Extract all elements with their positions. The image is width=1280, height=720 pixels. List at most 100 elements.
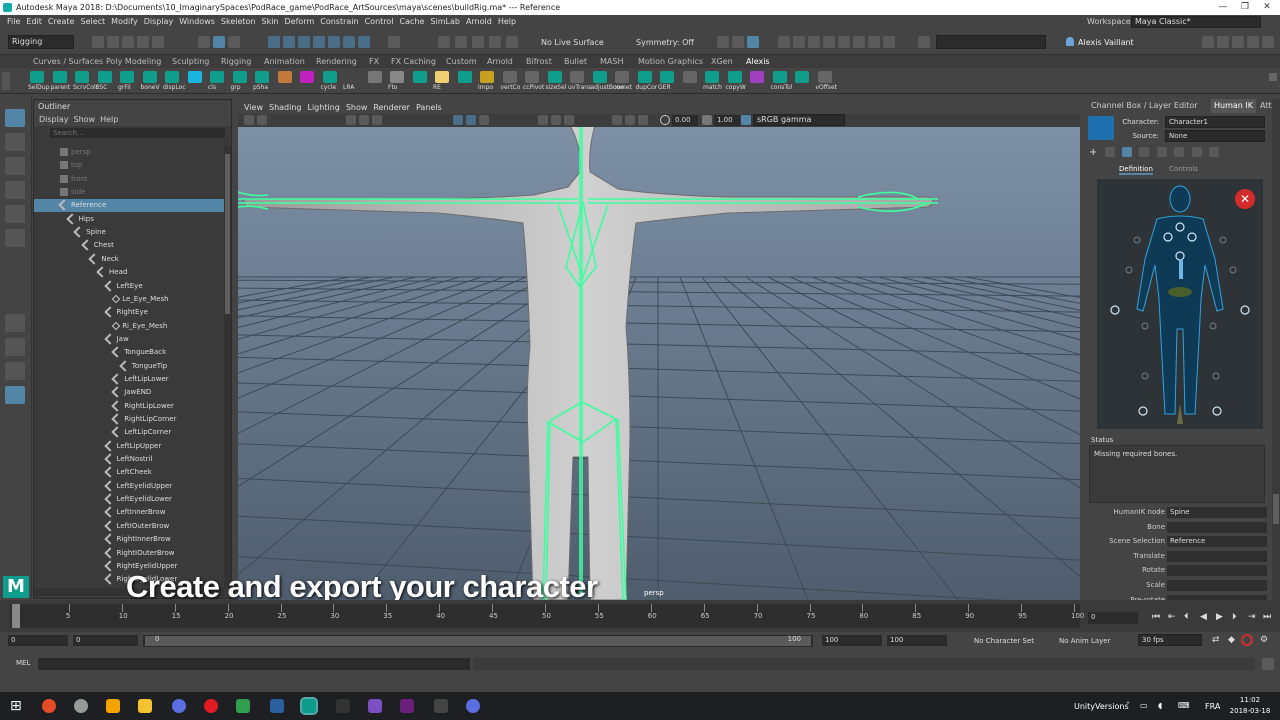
- delete-definition-icon[interactable]: [1174, 147, 1184, 157]
- property-field[interactable]: Reference: [1167, 536, 1267, 548]
- snap-grid-icon[interactable]: [268, 36, 280, 48]
- app-icon-3[interactable]: [236, 699, 250, 713]
- paint-select-tool-icon[interactable]: [5, 157, 25, 175]
- outliner-row[interactable]: RightLipCorner: [34, 413, 224, 426]
- menu-cache[interactable]: Cache: [400, 17, 425, 26]
- mirror-right-icon[interactable]: [1209, 147, 1219, 157]
- sidebar-toggle-icon[interactable]: [717, 36, 729, 48]
- sublime-icon[interactable]: [106, 699, 120, 713]
- shelf-button-icon[interactable]: [457, 71, 472, 83]
- attribute-editor-toggle-icon[interactable]: [778, 36, 790, 48]
- shelf-button-icon[interactable]: [772, 71, 787, 83]
- select-hierarchy-icon[interactable]: [198, 36, 210, 48]
- menu-skin[interactable]: Skin: [262, 17, 279, 26]
- lock-icon[interactable]: [388, 36, 400, 48]
- viewport-menu-shading[interactable]: Shading: [269, 103, 302, 112]
- film-gate-icon[interactable]: [359, 115, 369, 125]
- go-to-start-icon[interactable]: ⏮: [1152, 612, 1160, 622]
- playback-end-field[interactable]: 100: [822, 635, 882, 646]
- shelf-button-icon[interactable]: [570, 71, 584, 83]
- visual-studio-icon[interactable]: [368, 699, 382, 713]
- resolution-gate-icon[interactable]: [372, 115, 382, 125]
- language-indicator[interactable]: FRA: [1205, 702, 1220, 711]
- source-select[interactable]: None: [1165, 130, 1265, 142]
- isolate-select-icon[interactable]: [612, 115, 622, 125]
- animation-start-field[interactable]: 0: [8, 635, 68, 646]
- shelf-tab-10[interactable]: Bifrost: [526, 55, 552, 68]
- render-frame-icon[interactable]: [472, 36, 484, 48]
- shelf-tab-1[interactable]: Poly Modeling: [106, 55, 161, 68]
- exposure-field[interactable]: 0.00: [672, 115, 698, 126]
- play-forward-icon[interactable]: ▶: [1216, 612, 1223, 622]
- hypershade-icon[interactable]: [853, 36, 865, 48]
- viewport-menu-lighting[interactable]: Lighting: [307, 103, 339, 112]
- tab-channel-box[interactable]: Channel Box / Layer Editor: [1091, 99, 1198, 113]
- shelf-button-icon[interactable]: [255, 71, 269, 83]
- animation-end-field[interactable]: 100: [887, 635, 947, 646]
- shelf-tab-8[interactable]: Custom: [446, 55, 477, 68]
- command-search-icon[interactable]: [918, 36, 930, 48]
- shelf-tab-4[interactable]: Animation: [264, 55, 305, 68]
- command-input[interactable]: [38, 658, 470, 670]
- outliner-menu-show[interactable]: Show: [74, 115, 96, 124]
- redo-icon[interactable]: [152, 36, 164, 48]
- input-ops-icon[interactable]: [438, 36, 450, 48]
- render-view-icon[interactable]: [838, 36, 850, 48]
- command-search-field[interactable]: [936, 35, 1046, 49]
- volume-icon[interactable]: ◖: [1158, 701, 1162, 710]
- add-icon[interactable]: +: [1089, 147, 1097, 158]
- shelf-button-icon[interactable]: [120, 71, 134, 83]
- anim-layer-select[interactable]: No Anim Layer: [1059, 637, 1110, 645]
- range-bar[interactable]: 0 100: [143, 635, 813, 647]
- app-icon-5[interactable]: [466, 699, 480, 713]
- subtab-controls[interactable]: Controls: [1169, 165, 1198, 173]
- shelf-button-icon[interactable]: [345, 71, 359, 83]
- layout-four-pane-icon[interactable]: [5, 338, 25, 356]
- shelf-button-icon[interactable]: [52, 71, 67, 83]
- shelf-button-icon[interactable]: [367, 71, 382, 83]
- shelf-tab-7[interactable]: FX Caching: [391, 55, 436, 68]
- menu-display[interactable]: Display: [144, 17, 174, 26]
- tab-human-ik[interactable]: Human IK: [1211, 99, 1256, 113]
- shelf-tab-9[interactable]: Arnold: [487, 55, 513, 68]
- outliner-row[interactable]: Spine: [34, 226, 224, 239]
- layout-outliner-icon[interactable]: [1247, 36, 1259, 48]
- outliner-row[interactable]: persp: [34, 146, 224, 159]
- shelf-button-icon[interactable]: [412, 71, 427, 83]
- outliner-toggle-icon[interactable]: [823, 36, 835, 48]
- maya-taskbar-icon[interactable]: [300, 697, 318, 715]
- playback-start-field[interactable]: 0: [73, 635, 138, 646]
- menu-arnold[interactable]: Arnold: [466, 17, 492, 26]
- shelf-button-icon[interactable]: [525, 71, 539, 83]
- view-transform-select[interactable]: sRGB gamma: [753, 114, 845, 126]
- humanik-figure-view[interactable]: [1097, 179, 1263, 429]
- go-to-end-icon[interactable]: ⏭: [1263, 612, 1271, 622]
- shelf-button-icon[interactable]: [210, 71, 224, 83]
- outliner-row[interactable]: LeftEye: [34, 279, 224, 293]
- shelf-tab-15[interactable]: Alexis: [746, 55, 770, 68]
- outliner-row[interactable]: JawEND: [34, 386, 224, 399]
- property-field[interactable]: [1167, 580, 1267, 591]
- shelf-button-icon[interactable]: [592, 71, 607, 83]
- skeleton-view-icon[interactable]: [1122, 147, 1132, 157]
- snap-joint-icon[interactable]: [358, 36, 370, 48]
- app-icon-1[interactable]: [74, 699, 88, 713]
- shelf-tab-14[interactable]: XGen: [711, 55, 733, 68]
- ipr-render-icon[interactable]: [489, 36, 501, 48]
- menu-file[interactable]: File: [7, 17, 20, 26]
- step-back-frame-icon[interactable]: ⏴: [1184, 612, 1189, 622]
- shelf-tab-11[interactable]: Bullet: [564, 55, 587, 68]
- shelf-button-icon[interactable]: [727, 71, 742, 83]
- pause-icon[interactable]: [868, 36, 880, 48]
- property-field[interactable]: Spine: [1167, 507, 1267, 518]
- select-camera-icon[interactable]: [244, 115, 254, 125]
- shelf-button-icon[interactable]: [435, 71, 449, 83]
- file-explorer-icon[interactable]: [138, 699, 152, 713]
- lights-icon[interactable]: [538, 115, 548, 125]
- construction-history-icon[interactable]: [455, 36, 467, 48]
- play-back-icon[interactable]: ◀: [1200, 612, 1207, 622]
- menu-create[interactable]: Create: [48, 17, 75, 26]
- hik-toggle-icon[interactable]: [747, 36, 759, 48]
- outliner-row[interactable]: RightLipLower: [34, 399, 224, 413]
- render-settings-icon[interactable]: [506, 36, 518, 48]
